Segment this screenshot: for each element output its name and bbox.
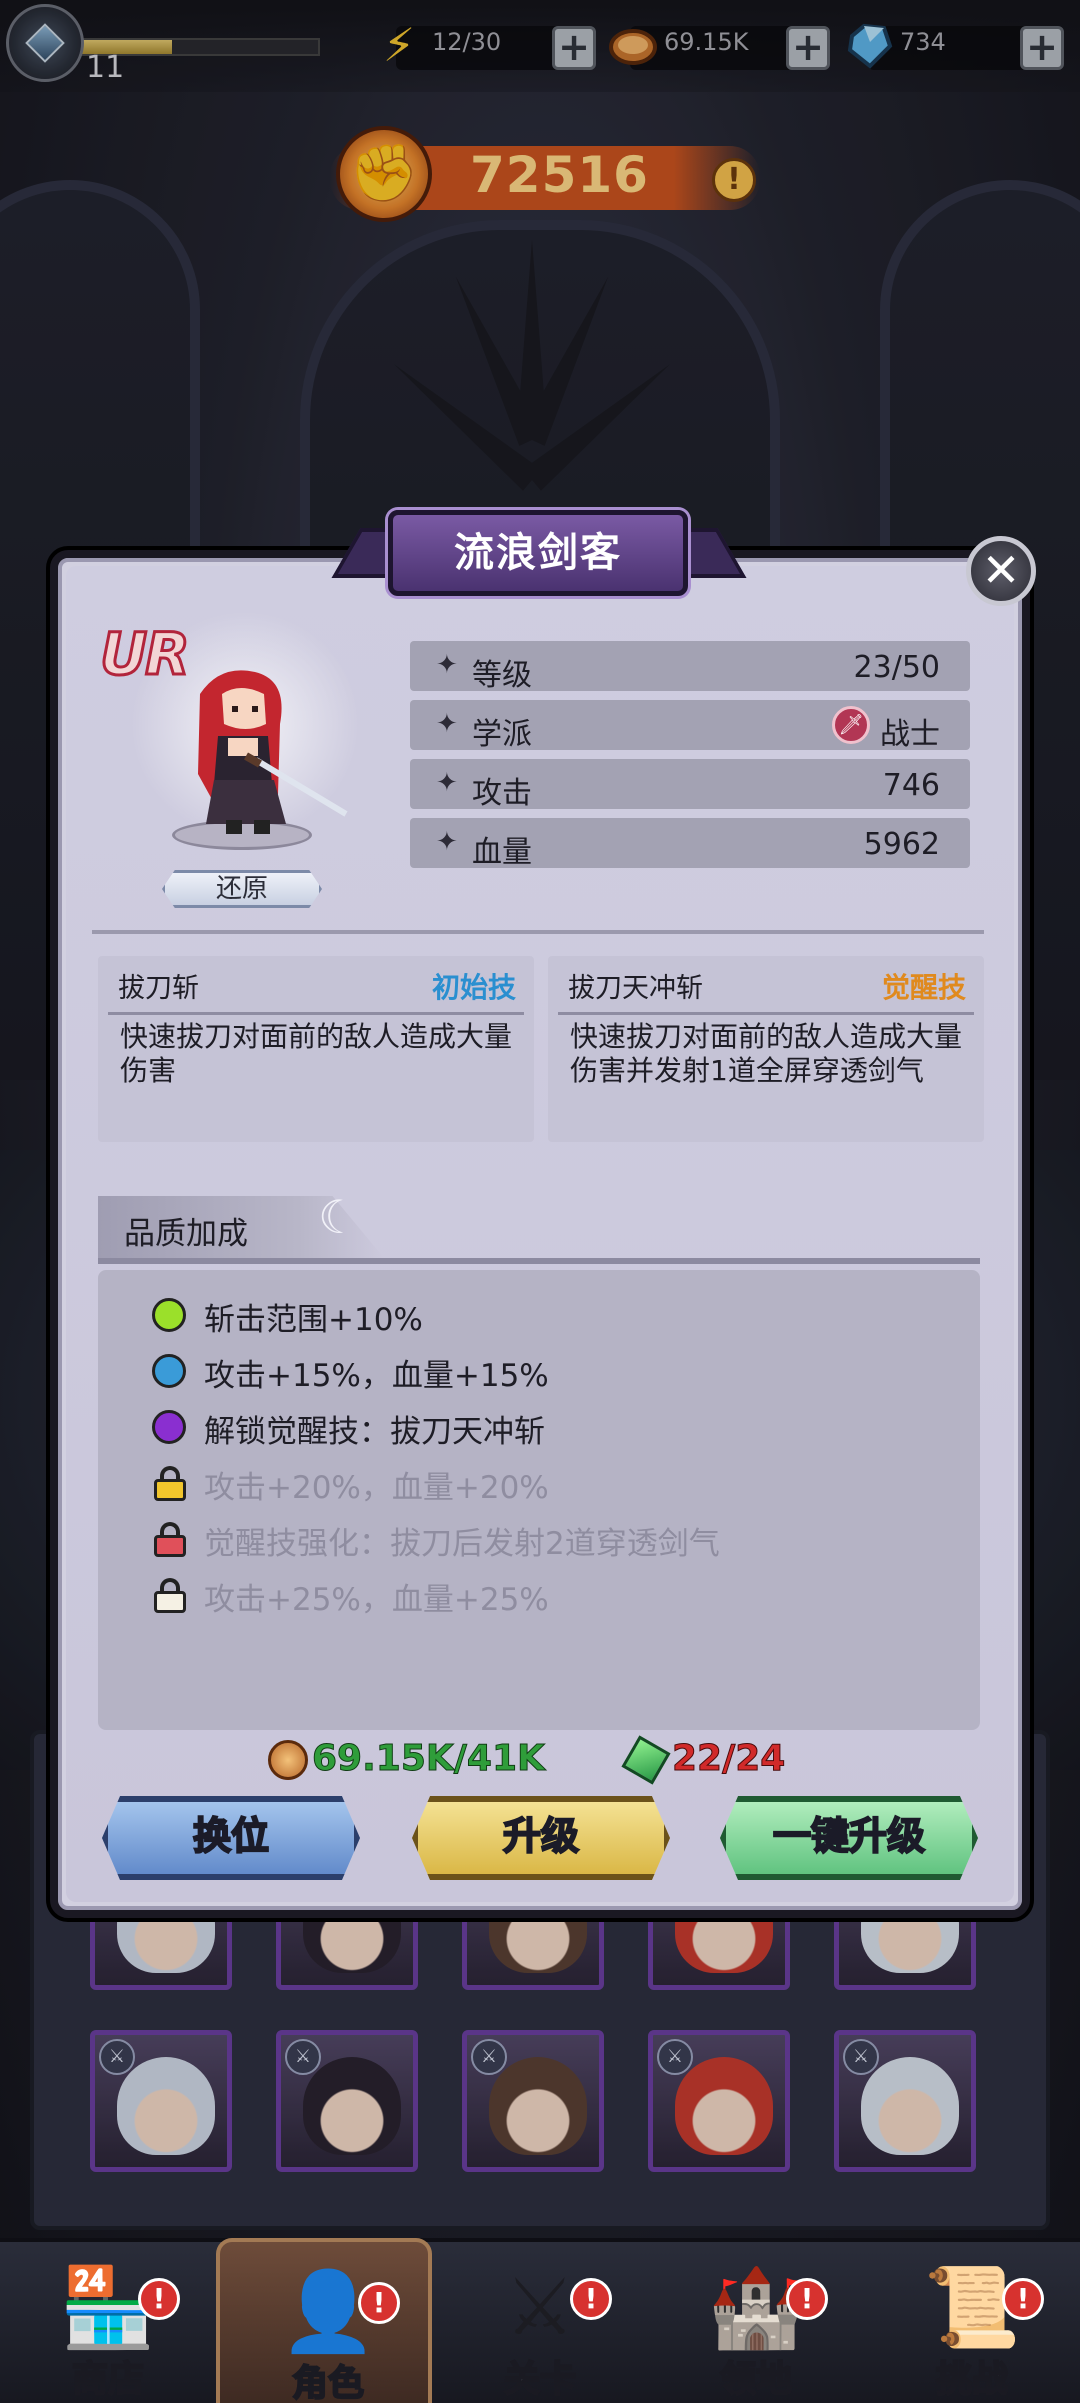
nav-label: 角色: [291, 2362, 365, 2403]
quality-bonus-text: 攻击+15%，血量+15%: [204, 1358, 549, 1394]
skill-card-awaken[interactable]: 拔刀天冲斩 觉醒技 快速拔刀对面前的敌人造成大量伤害并发射1道全屏穿透剑气: [548, 956, 984, 1142]
lock-icon: [154, 1466, 186, 1501]
skill-divider: [558, 1012, 974, 1015]
skill-description: 快速拔刀对面前的敌人造成大量伤害并发射1道全屏穿透剑气: [570, 1020, 963, 1087]
stat-label: 攻击: [472, 776, 532, 811]
sparkle-icon: ✦: [436, 709, 458, 739]
hero-sprite: [198, 670, 348, 834]
stat-attack-row: ✦ 攻击 746: [410, 759, 970, 811]
quality-bonus-text: 攻击+20%，血量+20%: [204, 1470, 549, 1506]
notification-badge: !: [570, 2278, 612, 2320]
stat-value: 23/50: [853, 650, 940, 685]
skill-card-initial[interactable]: 拔刀斩 初始技 快速拔刀对面前的敌人造成大量伤害: [98, 956, 534, 1142]
stat-value: 746: [882, 768, 940, 803]
sword-icon: 🗡: [832, 706, 870, 744]
nav-item-4[interactable]: 📜 挑战!: [864, 2238, 1080, 2403]
restore-button[interactable]: 还原: [162, 870, 322, 908]
auto-upgrade-button[interactable]: 一键升级: [720, 1796, 978, 1880]
coin-icon: [268, 1740, 308, 1780]
upgrade-button-label: 升级: [502, 1813, 580, 1859]
skill-description: 快速拔刀对面前的敌人造成大量伤害: [120, 1020, 513, 1087]
sparkle-icon: ✦: [436, 768, 458, 798]
moon-icon: ☾: [318, 1190, 360, 1244]
quality-divider: [98, 1258, 980, 1264]
stat-value: 战士: [880, 717, 940, 752]
lock-body: [154, 1591, 186, 1613]
nav-label: 关卡: [503, 2358, 577, 2401]
stat-label: 血量: [472, 835, 532, 870]
nav-label: 挑战: [935, 2358, 1009, 2401]
nav-label: 商店: [71, 2358, 145, 2401]
upgrade-button[interactable]: 升级: [412, 1796, 670, 1880]
lock-icon: [154, 1578, 186, 1613]
nav-item-1[interactable]: 👤 角色!: [216, 2238, 432, 2403]
quality-bonus-text: 攻击+25%，血量+25%: [204, 1582, 549, 1618]
stat-label: 学派: [472, 717, 532, 752]
quality-bonus-text: 解锁觉醒技：拔刀天冲斩: [204, 1414, 545, 1450]
stat-hp-row: ✦ 血量 5962: [410, 818, 970, 870]
upgrade-shard-cost: 22/24: [671, 1738, 786, 1780]
auto-upgrade-button-label: 一键升级: [772, 1813, 926, 1859]
notification-badge: !: [138, 2278, 180, 2320]
unlocked-dot-icon: [152, 1354, 186, 1388]
swap-button-label: 换位: [192, 1813, 270, 1859]
skill-name: 拔刀天冲斩: [568, 973, 703, 1004]
lock-icon: [154, 1522, 186, 1557]
close-button[interactable]: ✕: [966, 536, 1036, 606]
nav-item-3[interactable]: 🏰 领地!: [648, 2238, 864, 2403]
notification-badge: !: [786, 2278, 828, 2320]
upgrade-coin-cost: 69.15K/41K: [312, 1738, 546, 1780]
quality-bonus-text: 觉醒技强化：拔刀后发射2道穿透剑气: [204, 1526, 720, 1562]
skill-divider: [108, 1012, 524, 1015]
skill-name: 拔刀斩: [118, 973, 199, 1004]
quality-title: 品质加成: [124, 1216, 248, 1252]
skill-tag: 觉醒技: [881, 971, 966, 1004]
lock-body: [154, 1479, 186, 1501]
sparkle-icon: ✦: [436, 827, 458, 857]
stat-level-row: ✦ 等级 23/50: [410, 641, 970, 693]
unlocked-dot-icon: [152, 1298, 186, 1332]
stat-school-row: ✦ 学派 🗡 战士: [410, 700, 970, 752]
hero-name: 流浪剑客: [454, 530, 622, 576]
lock-body: [154, 1535, 186, 1557]
stat-value: 5962: [863, 827, 940, 862]
quality-bonus-text: 斩击范围+10%: [204, 1302, 423, 1338]
nav-label: 领地: [719, 2358, 793, 2401]
notification-badge: !: [1002, 2278, 1044, 2320]
sparkle-icon: ✦: [436, 650, 458, 680]
nav-item-2[interactable]: ⚔ 关卡!: [432, 2238, 648, 2403]
swap-button[interactable]: 换位: [102, 1796, 360, 1880]
skill-tag: 初始技: [431, 971, 516, 1004]
notification-badge: !: [358, 2282, 400, 2324]
stat-label: 等级: [472, 658, 532, 693]
section-divider: [92, 930, 984, 934]
unlocked-dot-icon: [152, 1410, 186, 1444]
nav-item-0[interactable]: 🏪 商店!: [0, 2238, 216, 2403]
